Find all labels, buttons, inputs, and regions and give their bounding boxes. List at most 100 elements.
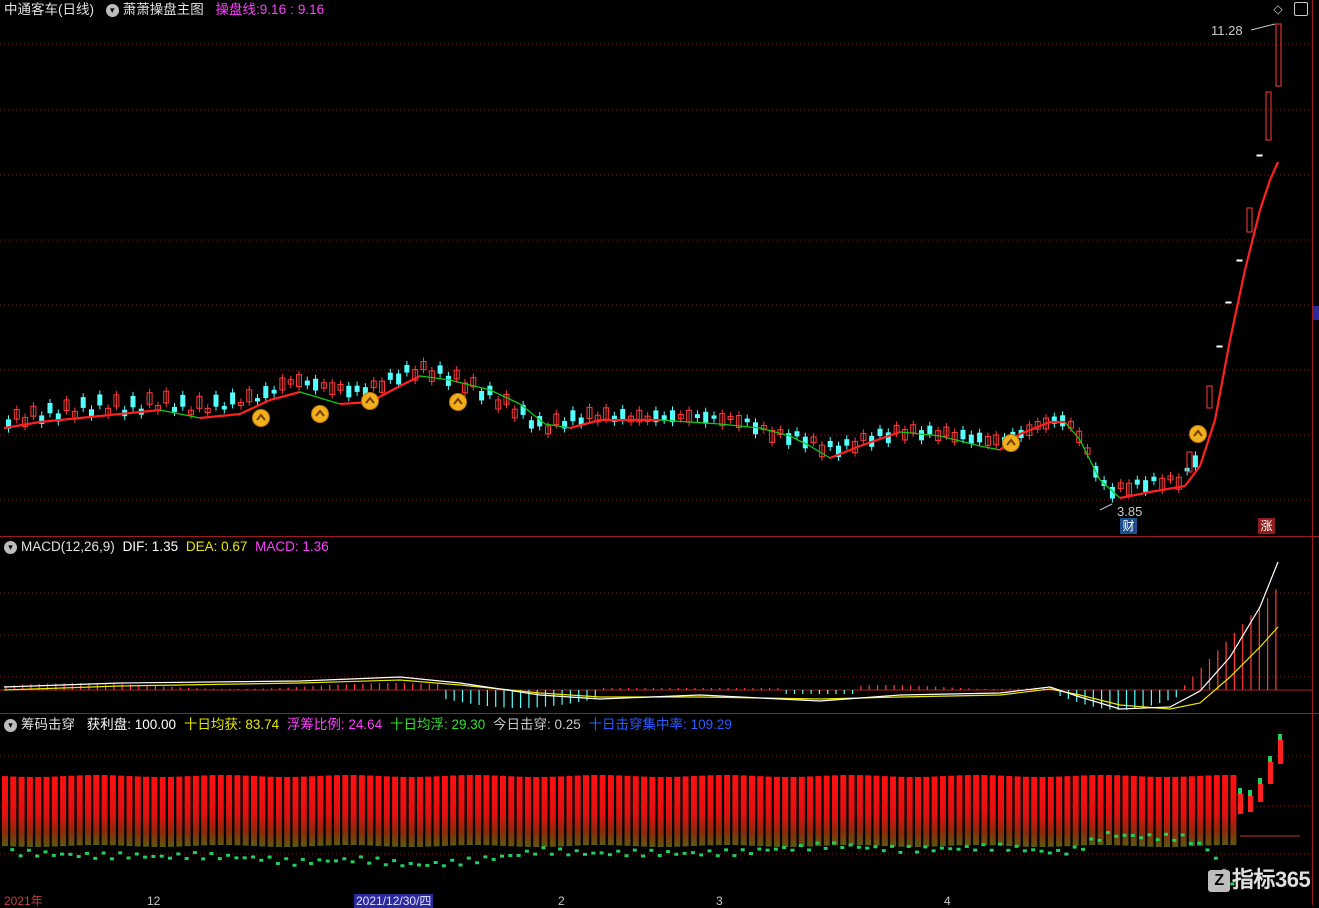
chip-dot bbox=[450, 858, 455, 862]
candle-body bbox=[570, 410, 576, 422]
candle-body bbox=[794, 431, 800, 437]
candle-body bbox=[479, 391, 485, 401]
chip-bar bbox=[707, 775, 714, 846]
price-canvas[interactable] bbox=[0, 0, 1319, 536]
chip-bar bbox=[740, 775, 747, 846]
ma-line-segment bbox=[449, 379, 491, 391]
chip-bar bbox=[176, 776, 183, 847]
chip-bar bbox=[856, 775, 863, 846]
badge-zhang[interactable]: 涨 bbox=[1258, 518, 1275, 534]
chip-bar bbox=[126, 776, 133, 847]
chip-profit: 获利盘: 100.00 bbox=[86, 717, 177, 732]
chip-bar bbox=[2, 776, 8, 847]
candle-body bbox=[960, 429, 966, 440]
main-chart-panel[interactable]: 中通客车(日线) ▾ 萧萧操盘主图 操盘线:9.16:9.16 ◇ 11.28 3… bbox=[0, 0, 1319, 536]
chip-menu-icon[interactable]: ▾ bbox=[4, 718, 17, 732]
chip-bar bbox=[890, 776, 897, 847]
chip-bar bbox=[217, 775, 224, 846]
chip-bar bbox=[732, 775, 739, 846]
macd-name[interactable]: MACD(12,26,9) bbox=[21, 539, 115, 554]
chip-dot bbox=[126, 856, 131, 860]
chip-dot bbox=[740, 848, 745, 852]
chip-bar bbox=[168, 776, 174, 847]
chip-bar bbox=[989, 775, 996, 846]
chip-bar bbox=[964, 775, 971, 846]
chip-dot bbox=[1006, 848, 1011, 852]
chip-dot bbox=[192, 851, 197, 855]
chip-bar bbox=[1213, 775, 1220, 846]
stock-title[interactable]: 中通客车(日线) bbox=[4, 2, 94, 17]
macd-panel[interactable]: ▾ MACD(12,26,9) DIF: 1.35 DEA: 0.67 MACD:… bbox=[0, 537, 1319, 713]
candle-body bbox=[89, 409, 94, 417]
ma-line-segment bbox=[299, 391, 341, 405]
chip-dot bbox=[275, 861, 280, 865]
ma-line-segment bbox=[1079, 439, 1101, 481]
chip-bar bbox=[26, 776, 33, 847]
buy-signal-icon bbox=[1189, 425, 1207, 443]
chip-bar bbox=[417, 776, 423, 847]
chip-dot bbox=[773, 847, 778, 851]
chip-bar bbox=[724, 775, 731, 846]
chip-dot bbox=[1139, 836, 1144, 840]
candle-body bbox=[445, 375, 451, 386]
chip-dot bbox=[815, 841, 820, 845]
chip-dot bbox=[475, 861, 480, 865]
chip-dot bbox=[1147, 833, 1152, 837]
chip-dot bbox=[682, 851, 687, 855]
chip-dot bbox=[915, 850, 919, 854]
chip-dot bbox=[1031, 848, 1036, 852]
chip-bar bbox=[358, 775, 365, 846]
badge-cai[interactable]: 财 bbox=[1120, 518, 1137, 534]
indicator-name[interactable]: 萧萧操盘主图 bbox=[123, 2, 204, 17]
candle-body bbox=[919, 430, 924, 441]
chip-dot bbox=[1130, 833, 1135, 837]
chip-dot bbox=[1188, 842, 1193, 846]
chip-bar bbox=[1197, 775, 1204, 846]
chip-dot bbox=[607, 853, 612, 857]
chip-dot bbox=[1097, 838, 1102, 842]
chip-dot bbox=[234, 856, 239, 860]
chip-dot bbox=[715, 854, 720, 858]
chip-dot bbox=[217, 857, 222, 861]
chip-dot bbox=[865, 846, 870, 850]
buy-signal-icon bbox=[311, 405, 329, 423]
chip-bar bbox=[1258, 784, 1263, 802]
chip-avg10-float: 十日均浮: 29.30 bbox=[389, 717, 486, 732]
chip-dot bbox=[284, 857, 289, 861]
chip-bar bbox=[616, 775, 623, 846]
chip-dot bbox=[109, 857, 114, 861]
chip-panel[interactable]: ▾ 筹码击穿 获利盘: 100.00 十日均获: 83.74 浮筹比例: 24.6… bbox=[0, 714, 1319, 905]
buy-signal-icon bbox=[252, 409, 270, 427]
candle-body bbox=[1060, 415, 1066, 427]
chip-name[interactable]: 筹码击穿 bbox=[21, 717, 75, 732]
chip-bar bbox=[143, 776, 150, 847]
chip-canvas[interactable] bbox=[0, 714, 1319, 905]
chip-bar bbox=[881, 776, 888, 847]
chip-dot bbox=[441, 864, 446, 868]
indicator-menu-icon[interactable]: ▾ bbox=[105, 3, 119, 17]
macd-menu-icon[interactable]: ▾ bbox=[4, 540, 17, 554]
chip-bar bbox=[549, 776, 556, 847]
chip-dot bbox=[342, 857, 347, 861]
candle-body bbox=[744, 418, 750, 423]
candle-body bbox=[230, 392, 236, 405]
chip-dot bbox=[624, 854, 629, 858]
chip-bar bbox=[599, 775, 606, 846]
chip-avg10-profit: 十日均获: 83.74 bbox=[183, 717, 280, 732]
chip-bar bbox=[815, 776, 822, 847]
chip-bar bbox=[1022, 776, 1029, 847]
candle-body bbox=[968, 434, 974, 444]
chip-dot bbox=[1081, 847, 1085, 851]
rally-candle bbox=[1275, 23, 1282, 87]
chip-dot bbox=[1122, 833, 1127, 837]
chip-dot bbox=[881, 849, 886, 853]
candle-body bbox=[387, 372, 393, 380]
chip-bar bbox=[757, 776, 764, 847]
chip-bar bbox=[1064, 776, 1071, 847]
macd-canvas[interactable] bbox=[0, 537, 1319, 713]
ma-line-segment bbox=[1258, 179, 1272, 211]
rally-candle bbox=[1216, 345, 1223, 348]
chip-dot bbox=[790, 848, 795, 852]
candle-body bbox=[304, 380, 310, 386]
chip-bar bbox=[773, 776, 780, 847]
